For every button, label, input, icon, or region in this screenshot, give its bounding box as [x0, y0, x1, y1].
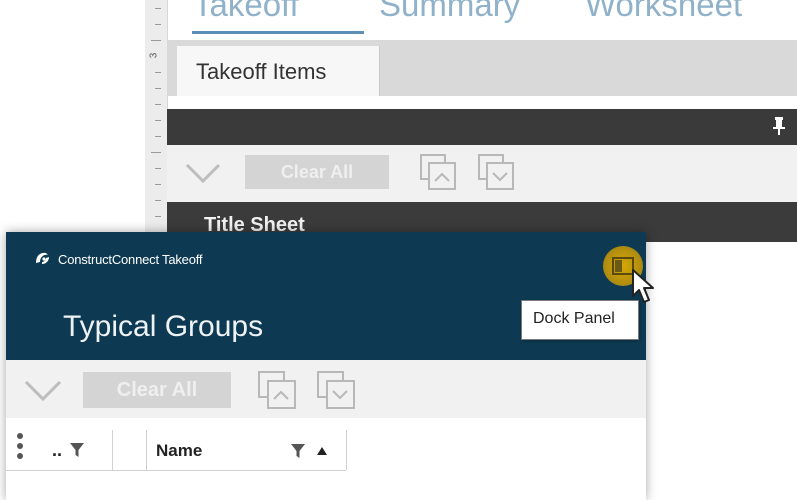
clear-all-button[interactable]: Clear All: [83, 372, 231, 408]
tab-worksheet[interactable]: Worksheet: [585, 0, 742, 24]
tooltip-text: Dock Panel: [533, 310, 615, 327]
tab-takeoff-items[interactable]: Takeoff Items: [177, 46, 380, 96]
tab-summary[interactable]: Summary: [379, 0, 520, 24]
chevron-down-icon[interactable]: [24, 374, 62, 404]
brand-logo-icon: [36, 252, 49, 264]
expand-all-icon[interactable]: [316, 370, 356, 410]
column-chooser-icon[interactable]: [16, 432, 24, 460]
tab-takeoff-items-label: Takeoff Items: [196, 59, 327, 84]
column-header-label: Name: [156, 441, 203, 460]
collapse-all-icon[interactable]: [257, 370, 297, 410]
panel-pin-bar: [167, 109, 797, 145]
chevron-down-icon[interactable]: [185, 157, 221, 187]
column-header-label: ..: [52, 440, 63, 460]
active-tab-indicator: [192, 31, 364, 34]
collapse-all-icon[interactable]: [419, 153, 457, 191]
sort-ascending-icon[interactable]: [316, 446, 328, 456]
filter-icon[interactable]: [69, 442, 85, 458]
ruler-number: 3: [148, 52, 160, 59]
column-header-indicator[interactable]: ..: [42, 430, 113, 470]
sub-tab-bar: Takeoff Items: [167, 40, 797, 96]
brand-name: ConstructConnect Takeoff: [58, 252, 203, 267]
takeoff-items-toolbar: Clear All: [167, 145, 797, 202]
pin-icon[interactable]: [771, 116, 787, 136]
panel-title: Typical Groups: [63, 310, 264, 343]
clear-all-button[interactable]: Clear All: [245, 155, 389, 189]
panel-header[interactable]: ConstructConnect Takeoff Typical Groups: [6, 232, 654, 360]
grid-header: .. Name: [6, 422, 347, 471]
background-takeoff-window: 3 Takeoff Summary Worksheet Takeoff Item…: [145, 0, 797, 270]
typical-groups-toolbar: Clear All: [6, 360, 646, 418]
column-header-name[interactable]: Name: [146, 430, 347, 470]
expand-all-icon[interactable]: [477, 153, 515, 191]
dock-panel-tooltip: Dock Panel: [521, 300, 639, 340]
tab-takeoff[interactable]: Takeoff: [193, 0, 299, 24]
vertical-ruler: 3: [145, 0, 168, 270]
main-tab-strip: Takeoff Summary Worksheet: [167, 0, 797, 36]
column-header-blank[interactable]: [112, 430, 147, 470]
filter-icon[interactable]: [290, 443, 306, 459]
typical-groups-floating-panel: ConstructConnect Takeoff Typical Groups …: [6, 232, 654, 500]
